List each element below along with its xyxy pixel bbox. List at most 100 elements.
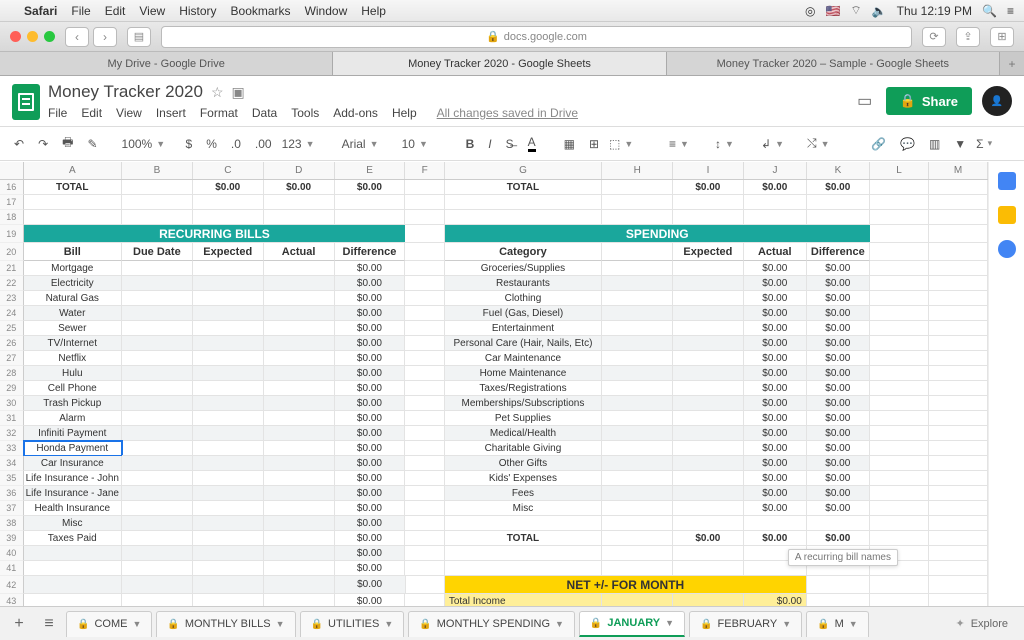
cell[interactable]: [335, 210, 406, 225]
cell[interactable]: Alarm: [24, 411, 122, 426]
menu-icon[interactable]: ≡: [1007, 4, 1014, 18]
cell[interactable]: [193, 381, 264, 396]
cell[interactable]: [405, 261, 444, 276]
cell[interactable]: [602, 210, 673, 225]
cell[interactable]: [870, 456, 929, 471]
cell[interactable]: $0.00: [807, 486, 870, 501]
cell[interactable]: [673, 456, 744, 471]
cell[interactable]: [445, 195, 602, 210]
wifi-icon[interactable]: ⌔: [850, 3, 861, 18]
menu-format[interactable]: Format: [200, 106, 238, 120]
col-header[interactable]: H: [602, 162, 673, 179]
borders-button[interactable]: ⊞: [585, 135, 603, 153]
cell[interactable]: [870, 411, 929, 426]
cell[interactable]: [122, 546, 193, 561]
font-size-select[interactable]: 10▼: [402, 137, 442, 151]
cell[interactable]: [673, 441, 744, 456]
cell[interactable]: [264, 516, 335, 531]
cell[interactable]: $0.00: [335, 576, 406, 594]
cell[interactable]: [870, 426, 929, 441]
sheet-tab[interactable]: 🔒MONTHLY SPENDING▼: [408, 611, 575, 637]
cell[interactable]: [870, 225, 929, 243]
cell[interactable]: Total Income: [445, 594, 602, 606]
cell[interactable]: [405, 471, 444, 486]
cell[interactable]: [929, 516, 988, 531]
cell[interactable]: [929, 426, 988, 441]
cell[interactable]: [602, 561, 673, 576]
cell[interactable]: [264, 306, 335, 321]
cell[interactable]: $0.00: [335, 336, 406, 351]
cell[interactable]: [602, 411, 673, 426]
cell[interactable]: [807, 516, 870, 531]
cell[interactable]: $0.00: [335, 180, 406, 195]
cell[interactable]: $0.00: [744, 351, 807, 366]
cell[interactable]: [929, 306, 988, 321]
cell[interactable]: Natural Gas: [24, 291, 122, 306]
cell[interactable]: [122, 441, 193, 456]
zoom-select[interactable]: 100%▼: [122, 137, 162, 151]
cell[interactable]: [264, 396, 335, 411]
cell[interactable]: [193, 291, 264, 306]
cell[interactable]: [929, 366, 988, 381]
cell[interactable]: Actual: [744, 243, 807, 261]
decrease-decimal-button[interactable]: .0: [227, 135, 245, 153]
cell[interactable]: Netflix: [24, 351, 122, 366]
cell[interactable]: [122, 501, 193, 516]
cell[interactable]: $0.00: [335, 441, 406, 456]
cell[interactable]: [193, 516, 264, 531]
cell[interactable]: [122, 396, 193, 411]
browser-tab[interactable]: My Drive - Google Drive: [0, 52, 333, 75]
cell[interactable]: [264, 486, 335, 501]
cell[interactable]: [193, 336, 264, 351]
cell[interactable]: [264, 441, 335, 456]
cell[interactable]: [673, 426, 744, 441]
cell[interactable]: [602, 516, 673, 531]
menu-edit[interactable]: Edit: [105, 4, 126, 18]
row-number[interactable]: 38: [0, 516, 24, 531]
cell[interactable]: [193, 486, 264, 501]
cell[interactable]: [673, 561, 744, 576]
cell[interactable]: [193, 261, 264, 276]
cell[interactable]: [193, 366, 264, 381]
cell[interactable]: [602, 366, 673, 381]
sheet-tab[interactable]: 🔒JANUARY▼: [579, 611, 685, 637]
cell[interactable]: $0.00: [744, 291, 807, 306]
cell[interactable]: [264, 291, 335, 306]
cell[interactable]: $0.00: [807, 336, 870, 351]
filter-button[interactable]: ▼: [950, 135, 970, 153]
row-number[interactable]: 19: [0, 225, 24, 243]
cell[interactable]: Difference: [807, 243, 870, 261]
col-header[interactable]: M: [929, 162, 988, 179]
cell[interactable]: [193, 210, 264, 225]
add-sheet-button[interactable]: +: [6, 611, 32, 637]
cell[interactable]: $0.00: [335, 546, 406, 561]
cell[interactable]: [122, 210, 193, 225]
cell[interactable]: [122, 576, 193, 594]
cell[interactable]: [929, 561, 988, 576]
col-header[interactable]: E: [335, 162, 406, 179]
chevron-down-icon[interactable]: ▼: [782, 619, 791, 629]
cell[interactable]: $0.00: [335, 471, 406, 486]
flag-icon[interactable]: 🇺🇸: [825, 4, 840, 18]
cell[interactable]: $0.00: [744, 426, 807, 441]
col-header[interactable]: L: [870, 162, 929, 179]
cell[interactable]: [405, 561, 444, 576]
cell[interactable]: [870, 276, 929, 291]
cell[interactable]: [264, 351, 335, 366]
calendar-icon[interactable]: [998, 172, 1016, 190]
cell[interactable]: Restaurants: [445, 276, 602, 291]
cell[interactable]: $0.00: [807, 180, 870, 195]
reader-button[interactable]: ⟳: [922, 27, 946, 47]
cell[interactable]: [744, 210, 807, 225]
spreadsheet-grid[interactable]: A B C D E F G H I J K L M 16TOTAL$0.00$0…: [0, 162, 988, 606]
col-header[interactable]: F: [405, 162, 444, 179]
cell[interactable]: $0.00: [807, 471, 870, 486]
cell[interactable]: [807, 594, 870, 606]
cell[interactable]: [122, 291, 193, 306]
cell[interactable]: [602, 456, 673, 471]
row-number[interactable]: 24: [0, 306, 24, 321]
cell[interactable]: Electricity: [24, 276, 122, 291]
cell[interactable]: TOTAL: [445, 180, 602, 195]
cell[interactable]: [122, 366, 193, 381]
cell[interactable]: $0.00: [807, 351, 870, 366]
